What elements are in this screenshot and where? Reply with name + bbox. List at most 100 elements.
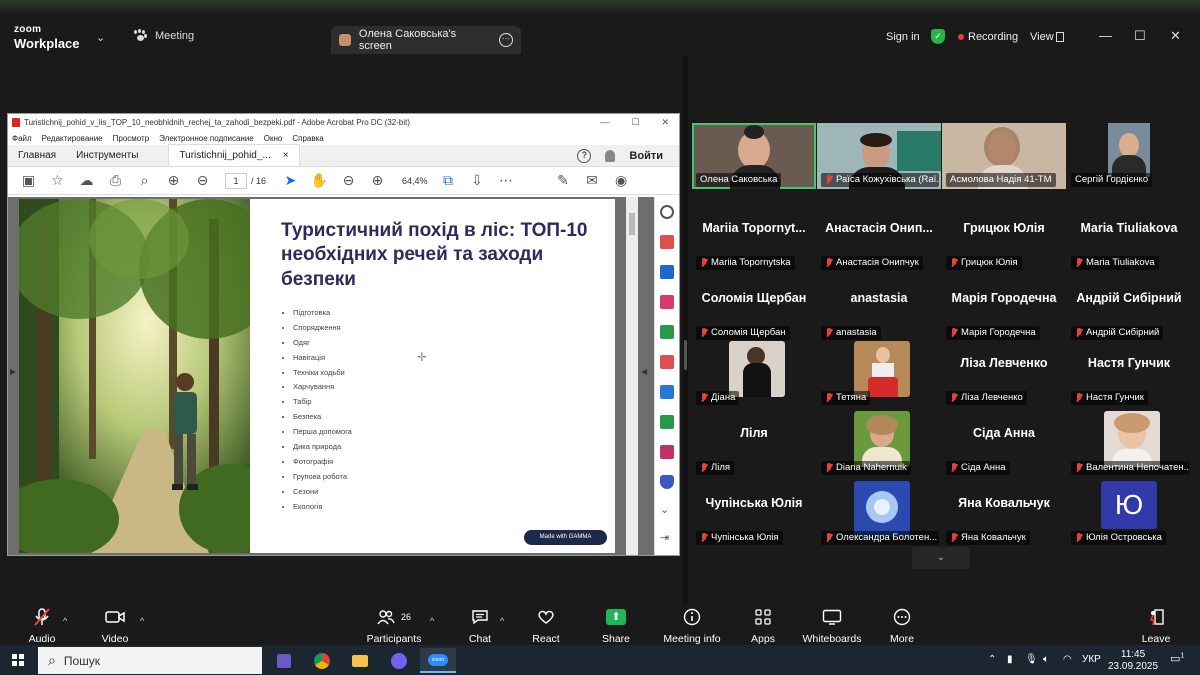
upload-cloud-icon[interactable]: ☁	[72, 172, 101, 189]
bookmark-star-icon[interactable]: ☆	[43, 172, 72, 189]
menu-help[interactable]: Справка	[292, 134, 323, 143]
sign-in-button[interactable]: Sign in	[886, 31, 920, 43]
chat-button[interactable]: Chat	[465, 608, 495, 645]
participant-tile[interactable]: Ліза Левченко Ліза Левченко	[942, 341, 1066, 407]
pdf-scroll-thumb[interactable]	[629, 213, 635, 235]
whiteboards-button[interactable]: Whiteboards	[800, 608, 864, 645]
battery-icon[interactable]: ▮	[1007, 654, 1013, 665]
edit-pdf-icon[interactable]	[660, 295, 674, 309]
print-icon[interactable]: ⎙	[101, 172, 130, 189]
bell-icon[interactable]	[605, 150, 616, 162]
zoom-search-icon[interactable]	[660, 205, 674, 219]
share-user-icon[interactable]: ◉	[607, 172, 636, 189]
hand-icon[interactable]: ✋	[305, 172, 334, 189]
menu-edit[interactable]: Редактирование	[42, 134, 103, 143]
participant-tile[interactable]: Ліля Ліля	[692, 411, 816, 477]
speaker-icon[interactable]: 🔈︎	[1043, 654, 1049, 665]
sidebar-collapse-icon[interactable]: ⇥	[660, 531, 674, 545]
leave-button[interactable]: Leave	[1140, 608, 1172, 645]
wifi-icon[interactable]: ◠	[1063, 654, 1072, 665]
participant-tile[interactable]: anastasia anastasia	[817, 276, 941, 342]
maximize-icon[interactable]: ☐	[1134, 28, 1146, 44]
right-panel-arrow-icon[interactable]: ◀	[641, 367, 647, 376]
participant-tile[interactable]: Асмолова Надія 41-ТМ	[942, 123, 1066, 189]
taskbar-app-explorer[interactable]	[342, 648, 378, 673]
participant-tile[interactable]: Тетяна	[817, 341, 941, 407]
video-button[interactable]: Video	[100, 608, 130, 645]
zoom-level[interactable]: 64,4%	[402, 176, 428, 186]
recording-indicator[interactable]: Recording	[968, 31, 1018, 43]
participant-tile[interactable]: Diana Nahernuik	[817, 411, 941, 477]
participant-tile[interactable]: Сергій Гордієнко	[1067, 123, 1191, 189]
zoom-out-icon[interactable]: ⊖	[334, 172, 363, 189]
share-button[interactable]: ⬆ Share	[601, 608, 631, 645]
split-handle[interactable]	[684, 340, 687, 370]
audio-options-caret-icon[interactable]: ^	[63, 616, 67, 626]
made-with-gamma-badge[interactable]: Made with GAMMA	[524, 530, 607, 545]
shared-screen-tab[interactable]: Олена Саковська's screen ···	[331, 26, 521, 54]
apps-button[interactable]: Apps	[748, 608, 778, 645]
comment-icon[interactable]	[660, 325, 674, 339]
participant-tile[interactable]: Валентина Непочатен...	[1067, 411, 1191, 477]
menu-file[interactable]: Файл	[12, 134, 32, 143]
participant-tile[interactable]: Грицюк Юлія Грицюк Юлія	[942, 206, 1066, 272]
minimize-icon[interactable]: —	[1099, 28, 1112, 43]
participants-options-caret-icon[interactable]: ^	[430, 616, 434, 626]
video-options-caret-icon[interactable]: ^	[140, 616, 144, 626]
select-arrow-icon[interactable]: ➤	[276, 172, 305, 189]
menu-view[interactable]: Просмотр	[113, 134, 150, 143]
participant-tile[interactable]: Maria Tiuliakova Maria Tiuliakova	[1067, 206, 1191, 272]
tab-close-icon[interactable]: ×	[283, 150, 289, 161]
pdf-scrollbar[interactable]	[626, 197, 638, 555]
protect-shield-icon[interactable]	[660, 475, 674, 489]
print-production-icon[interactable]	[660, 415, 674, 429]
combine-files-icon[interactable]	[660, 355, 674, 369]
more-options-icon[interactable]: ···	[499, 33, 513, 47]
acrobat-minimize-icon[interactable]: —	[600, 117, 609, 128]
participants-button[interactable]: 26 Participants	[366, 608, 422, 645]
menu-window[interactable]: Окно	[264, 134, 283, 143]
tab-document[interactable]: Turistichnij_pohid_... ×	[168, 144, 300, 166]
page-up-icon[interactable]: ⊕	[159, 172, 188, 189]
chevron-down-icon[interactable]: ⌄	[96, 31, 105, 44]
secure-shield-icon[interactable]: ✓	[931, 29, 945, 44]
participant-tile[interactable]: Яна Ковальчук Яна Ковальчук	[942, 481, 1066, 547]
close-icon[interactable]: ✕	[1170, 28, 1181, 44]
participant-tile[interactable]: Андрій Сибірний Андрій Сибірний	[1067, 276, 1191, 342]
participant-tile[interactable]: Чупінська Юлія Чупінська Юлія	[692, 481, 816, 547]
scroll-mode-icon[interactable]: ⇩	[463, 172, 492, 189]
taskbar-app-zoom[interactable]: zoom	[420, 648, 456, 673]
menu-esign[interactable]: Электронное подписание	[159, 134, 254, 143]
taskbar-app-chrome[interactable]	[304, 648, 340, 673]
more-tools-icon[interactable]: ⋯	[492, 172, 521, 189]
fit-page-icon[interactable]: ⧉	[434, 172, 463, 189]
create-pdf-icon[interactable]	[660, 235, 674, 249]
participant-tile[interactable]: Сіда Анна Сіда Анна	[942, 411, 1066, 477]
gallery-next-page-chevron-icon[interactable]: ⌄	[912, 547, 970, 569]
participant-tile[interactable]: Марія Городечна Марія Городечна	[942, 276, 1066, 342]
taskbar-search-input[interactable]: ⌕ Пошук	[38, 647, 262, 674]
organize-pages-icon[interactable]	[660, 385, 674, 399]
participant-tile[interactable]: Настя Гунчик Настя Гунчик	[1067, 341, 1191, 407]
react-button[interactable]: React	[531, 608, 561, 645]
send-for-review-icon[interactable]	[660, 445, 674, 459]
zoom-in-icon[interactable]: ⊕	[363, 172, 392, 189]
participant-tile[interactable]: Олександра Болотен...	[817, 481, 941, 547]
participant-tile[interactable]: Mariia Topornyt... Mariia Topornytska	[692, 206, 816, 272]
zoom-brand[interactable]: zoom Workplace	[14, 25, 80, 51]
tab-tools[interactable]: Инструменты	[66, 150, 148, 166]
tray-overflow-chevron-icon[interactable]: ⌃	[988, 654, 996, 665]
taskbar-clock[interactable]: 11:45 23.09.2025	[1108, 649, 1158, 673]
search-icon[interactable]: ⌕	[130, 172, 159, 189]
meeting-info-button[interactable]: Meeting info	[662, 608, 722, 645]
audio-button[interactable]: Audio	[27, 608, 57, 645]
participant-tile[interactable]: Анастасія Онип... Анастасія Онипчук	[817, 206, 941, 272]
microphone-tray-icon[interactable]: 🎙︎	[1025, 654, 1038, 665]
participant-tile[interactable]: Олена Саковська	[692, 123, 816, 189]
export-pdf-icon[interactable]	[660, 265, 674, 279]
more-button[interactable]: More	[887, 608, 917, 645]
help-icon[interactable]: ?	[577, 149, 592, 163]
participant-tile[interactable]: Ю Юлія Островська	[1067, 481, 1191, 547]
windows-start-icon[interactable]	[12, 654, 24, 666]
acrobat-close-icon[interactable]: ✕	[661, 117, 669, 128]
